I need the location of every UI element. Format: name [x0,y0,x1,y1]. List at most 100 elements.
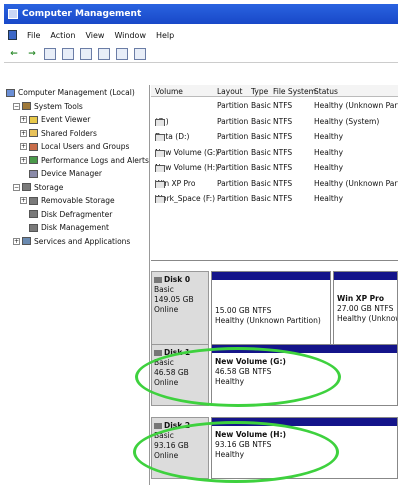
disk-graphical-view: Disk 0 Basic 149.05 GB Online 15.00 GB N… [133,260,398,488]
tree-item[interactable]: − Storage [13,182,63,193]
expand-icon[interactable]: + [20,129,27,137]
cell-status: Healthy [314,132,344,141]
disk-status: Online [154,451,179,460]
cell-file-system: NTFS [273,101,293,110]
properties-icon[interactable] [80,47,92,60]
partition-size: 46.58 GB NTFS [215,367,272,376]
partition-size: 15.00 GB NTFS [215,306,272,315]
partition-size: 27.00 GB NTFS [337,304,394,313]
cell-type: Basic [251,132,271,141]
cell-layout: Partition [217,132,249,141]
cell-type: Basic [251,194,271,203]
table-row[interactable]: PartitionBasicNTFS Healthy (Unknown Parti… [151,99,398,114]
tree-item[interactable]: + Shared Folders [20,128,97,139]
help-icon[interactable] [98,47,110,60]
table-row[interactable]: New Volume (H:) Partition Basic NTFS Healthy [151,161,398,176]
collapse-icon[interactable]: − [13,102,20,110]
tree-item-label: Removable Storage [41,196,115,205]
column-file-system[interactable]: File System [273,87,316,96]
tree-item-label: Performance Logs and Alerts [41,155,149,165]
table-row[interactable]: Work_Space (F:) Partition Basic NTFS Healthy [151,192,398,207]
tree-item-label: Shared Folders [41,128,97,138]
cell-file-system: NTFS [273,132,293,141]
expand-icon[interactable]: + [20,197,27,204]
cell-file-system: NTFS [273,147,293,157]
disk-2-label[interactable]: Disk 2 Basic 93.16 GB Online [151,417,209,479]
export-list-icon[interactable] [116,47,128,60]
expand-icon[interactable]: + [20,156,27,164]
show-hide-tree-icon[interactable] [62,47,74,60]
disk-0-label[interactable]: Disk 0 Basic 149.05 GB Online [151,271,209,353]
cell-layout: Partition [217,116,249,126]
tree-item[interactable]: Computer Management (Local) [6,87,135,98]
tree-item[interactable]: Device Manager [20,168,102,179]
computer-management-icon [8,9,18,19]
console-icon[interactable] [8,30,17,40]
tree-item-label: Local Users and Groups [41,142,130,151]
up-level-icon[interactable] [44,47,56,60]
tree-item-label: Device Manager [41,169,102,178]
partition-status: Healthy [215,377,245,386]
title-bar: Computer Management [4,4,398,24]
computer-icon [6,88,15,97]
column-type[interactable]: Type [251,87,268,96]
cell-file-system: NTFS [273,116,293,126]
cell-file-system: NTFS [273,163,293,172]
users-icon [29,142,38,151]
menu-window[interactable]: Window [114,31,146,40]
expand-icon[interactable]: + [13,237,20,245]
partition-unknown[interactable]: 15.00 GB NTFS Healthy (Unknown Partition… [211,271,331,353]
table-row[interactable]: New Volume (G:) Partition Basic NTFS Healthy [151,146,398,161]
partition-name: New Volume (H:) [215,430,287,439]
forward-arrow-icon[interactable]: → [26,48,38,60]
volume-icon [155,180,165,188]
partition-new-volume-h[interactable]: New Volume (H:) 93.16 GB NTFS Healthy [211,417,398,479]
back-arrow-icon[interactable]: ← [8,48,20,60]
collapse-icon[interactable]: − [13,183,20,191]
partition-status: Healthy [215,450,245,459]
tree-item[interactable]: − System Tools [13,101,83,112]
volume-cell: Win XP Pro [155,179,195,188]
volume-icon [155,134,165,141]
table-row[interactable]: (C:) PartitionBasicNTFS Healthy (System) [151,115,398,130]
partition-new-volume-g[interactable]: New Volume (G:) 46.58 GB NTFS Healthy [211,344,398,406]
cell-file-system: NTFS [273,194,293,203]
tree-item[interactable]: + Services and Applications [13,236,130,247]
menu-action[interactable]: Action [50,31,75,40]
disk-icon [154,277,162,283]
partition-win-xp-pro[interactable]: Win XP Pro 27.00 GB NTFS Healthy (Unknow… [333,271,398,353]
disk-1-label[interactable]: Disk 1 Basic 46.58 GB Online [151,344,209,406]
table-row[interactable]: Win XP Pro Partition Basic NTFS Healthy (Unk… [151,177,398,192]
menu-view[interactable]: View [85,31,104,40]
view-icon[interactable] [134,47,146,60]
partition-name: Win XP Pro [337,294,385,303]
disk-icon [154,350,162,356]
tree-item[interactable]: + Removable Storage [20,195,115,206]
volume-cell: New Volume (G:) [155,148,218,157]
expand-icon[interactable]: + [20,143,27,150]
menu-file[interactable]: File [27,31,40,40]
expand-icon[interactable]: + [20,116,27,123]
column-layout[interactable]: Layout [217,87,243,96]
column-volume[interactable]: Volume [155,87,183,96]
tree-item[interactable]: Disk Management [20,222,109,233]
disk-status: Online [154,305,179,314]
volume-list-header: Volume Layout Type File System Status [151,85,398,97]
cell-status: Healthy (System) [314,116,380,126]
tree-item-label: Event Viewer [41,115,91,124]
column-status[interactable]: Status [314,87,338,96]
tree-item[interactable]: + Event Viewer [20,114,90,125]
tree-item[interactable]: + Performance Logs and Alerts [20,155,149,166]
disk-type: Basic [154,358,174,367]
services-icon [22,237,31,245]
table-row[interactable]: Data (D:) Partition Basic NTFS Healthy [151,130,398,145]
cell-status: Healthy (Unknown Partition) [314,178,398,188]
tree-item-label: Disk Management [41,223,109,232]
tree-item[interactable]: Disk Defragmenter [20,209,112,220]
cell-type: Basic [251,163,271,172]
tree-item[interactable]: + Local Users and Groups [20,141,129,152]
cell-type: Basic [251,116,271,126]
volume-icon [155,196,165,203]
cell-type: Basic [251,101,271,110]
menu-help[interactable]: Help [156,31,174,40]
